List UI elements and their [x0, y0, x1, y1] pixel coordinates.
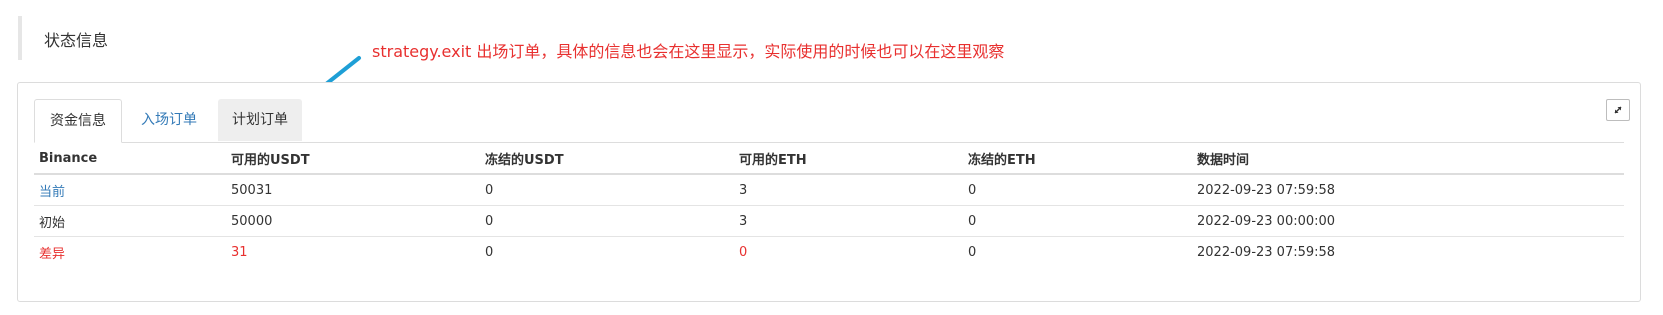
- tab-bar: 资金信息 入场订单 计划订单: [34, 99, 1624, 143]
- column-header: 可用的USDT: [226, 143, 480, 175]
- table-row: 当前 50031 0 3 0 2022-09-23 07:59:58: [34, 174, 1624, 206]
- row-label-initial: 初始: [34, 205, 226, 237]
- table-cell: 0: [480, 174, 734, 206]
- tab-funds-info[interactable]: 资金信息: [34, 99, 122, 143]
- table-cell: 31: [231, 244, 248, 260]
- column-header: 可用的ETH: [734, 143, 963, 175]
- row-label-current[interactable]: 当前: [34, 174, 226, 206]
- tab-label: 资金信息: [50, 113, 106, 129]
- table-cell: 50000: [226, 205, 480, 237]
- column-header: 冻结的USDT: [480, 143, 734, 175]
- tab-planned-orders[interactable]: 计划订单: [218, 99, 302, 141]
- table-row: 差异 31 0 0 0 2022-09-23 07:59:58: [34, 237, 1624, 268]
- table-cell: 2022-09-23 07:59:58: [1197, 244, 1336, 260]
- annotation-text: strategy.exit 出场订单，具体的信息也会在这里显示，实际使用的时候也…: [372, 42, 1005, 61]
- table-cell: 2022-09-23 07:59:58: [1192, 174, 1624, 206]
- table-cell: 0: [968, 244, 977, 260]
- table-cell: 2022-09-23 00:00:00: [1192, 205, 1624, 237]
- table-cell: 0: [739, 244, 748, 260]
- column-header: Binance: [34, 143, 226, 175]
- tab-label: 入场订单: [141, 112, 197, 128]
- table-cell: 3: [734, 174, 963, 206]
- column-header: 冻结的ETH: [963, 143, 1192, 175]
- table-cell: 0: [963, 174, 1192, 206]
- funds-table: Binance 可用的USDT 冻结的USDT 可用的ETH 冻结的ETH 数据…: [34, 143, 1624, 267]
- column-header: 数据时间: [1192, 143, 1624, 175]
- tab-entry-orders[interactable]: 入场订单: [122, 99, 216, 141]
- tab-label: 计划订单: [232, 112, 288, 128]
- table-cell: 0: [963, 205, 1192, 237]
- row-label-difference: 差异: [39, 246, 66, 262]
- table-header-row: Binance 可用的USDT 冻结的USDT 可用的ETH 冻结的ETH 数据…: [34, 143, 1624, 175]
- table-cell: 0: [480, 205, 734, 237]
- table-row: 初始 50000 0 3 0 2022-09-23 00:00:00: [34, 205, 1624, 237]
- table-cell: 0: [485, 244, 494, 260]
- section-title: 状态信息: [44, 31, 109, 50]
- table-cell: 50031: [226, 174, 480, 206]
- table-cell: 3: [734, 205, 963, 237]
- status-panel: 资金信息 入场订单 计划订单 Binance 可用的USDT 冻结的USDT 可…: [17, 82, 1641, 302]
